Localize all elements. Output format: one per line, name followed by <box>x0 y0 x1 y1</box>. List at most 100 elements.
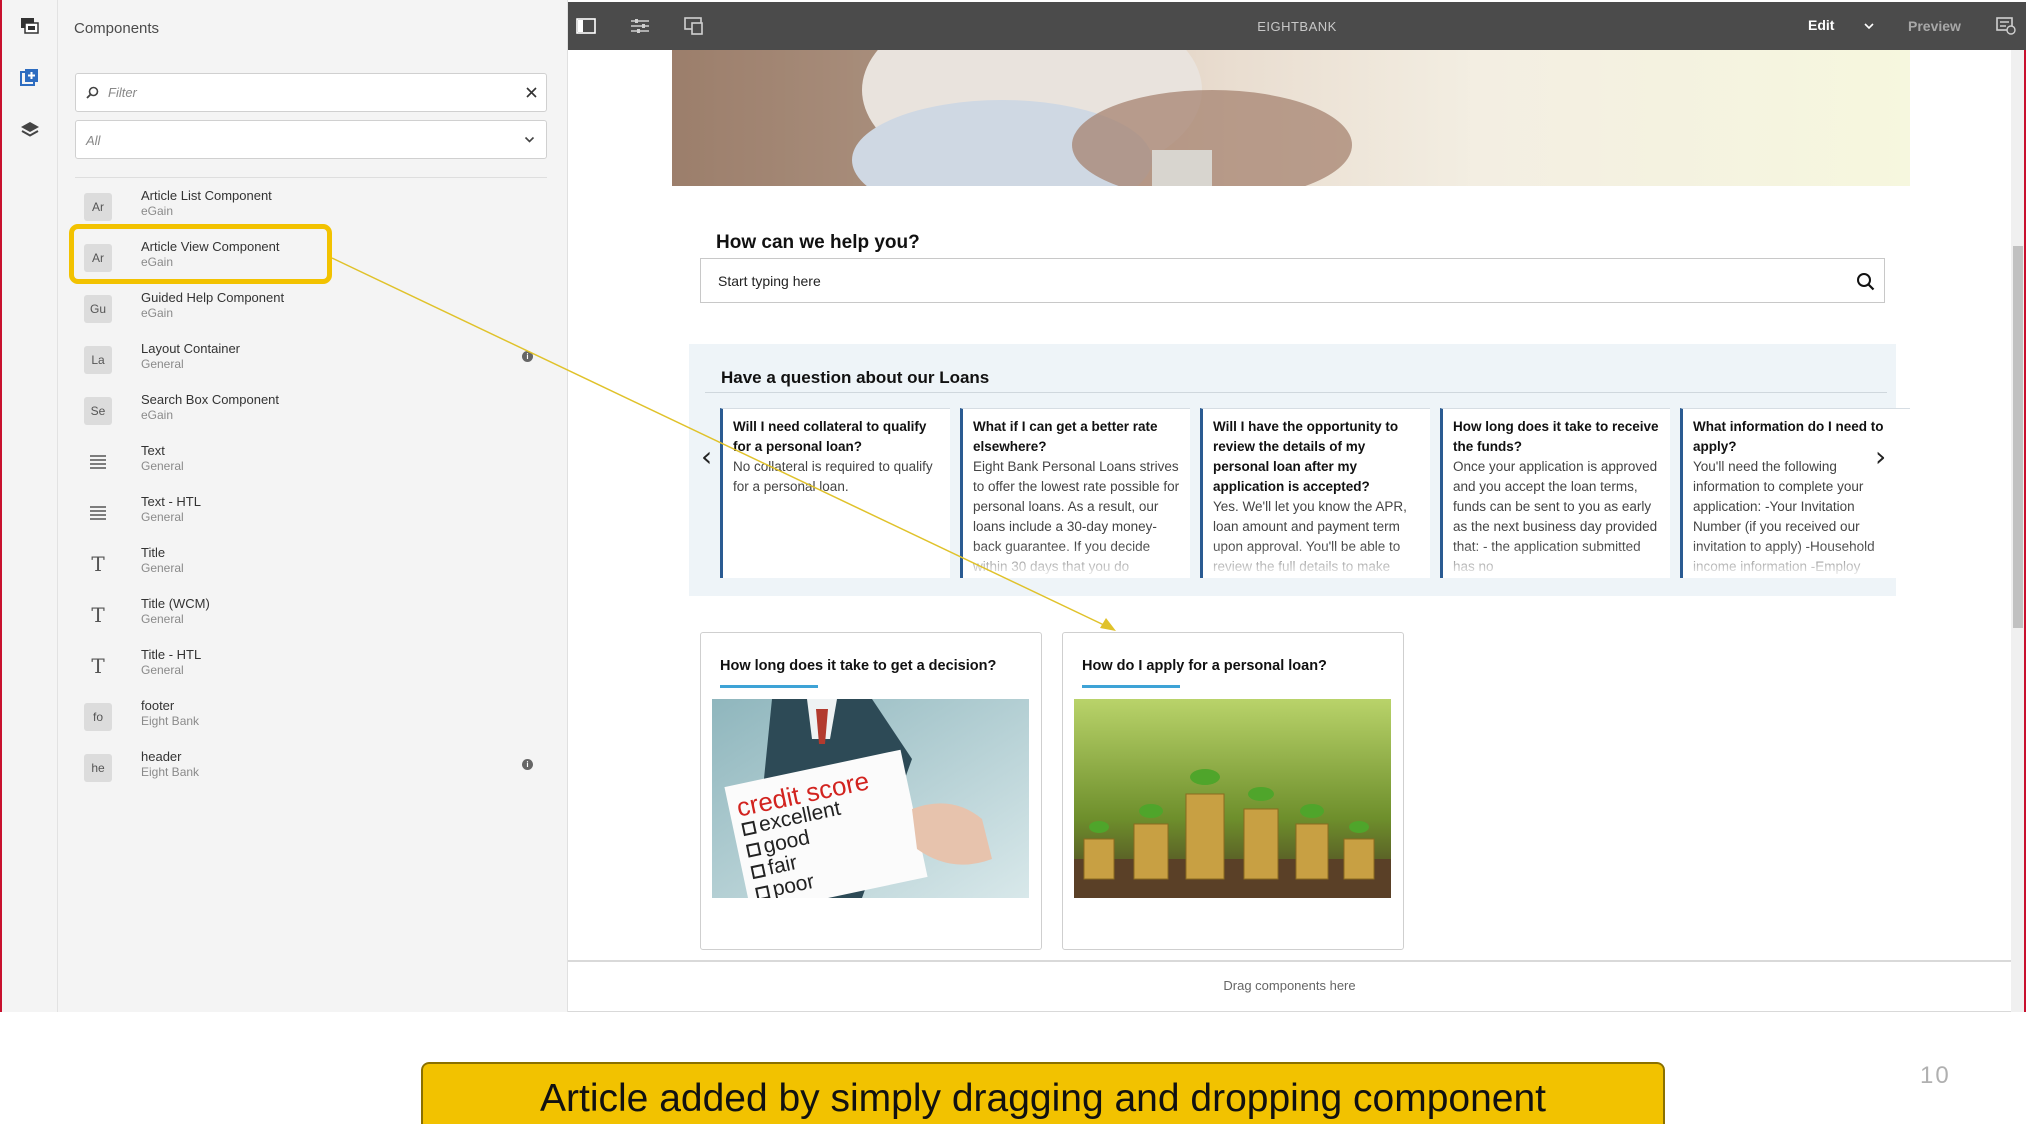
component-group: eGain <box>141 204 174 218</box>
component-item[interactable]: Text - HTL General <box>75 488 547 538</box>
component-group: Eight Bank <box>141 765 200 779</box>
component-item[interactable]: Se Search Box Component eGain <box>75 386 547 436</box>
component-group: eGain <box>141 408 174 422</box>
component-item[interactable]: Gu Guided Help Component eGain <box>75 284 547 334</box>
divider <box>75 177 547 178</box>
component-name: header <box>141 749 182 764</box>
faq-card[interactable]: How long does it take to receive the fun… <box>1440 408 1670 578</box>
filter-placeholder: Filter <box>108 85 137 100</box>
component-badge: Gu <box>84 295 112 323</box>
title-t-icon: T <box>91 603 105 627</box>
fade-overlay <box>1683 544 1910 578</box>
preview-button[interactable]: Preview <box>1908 18 1961 34</box>
caption-banner: Article added by simply dragging and dro… <box>421 1062 1665 1124</box>
group-select-value: All <box>86 133 101 148</box>
text-lines-icon <box>84 499 112 527</box>
component-group: General <box>141 561 184 575</box>
search-placeholder: Start typing here <box>718 273 821 289</box>
component-badge: Se <box>84 397 112 425</box>
slide-number: 10 <box>1920 1062 1951 1089</box>
title-t-icon: T <box>91 552 105 576</box>
carousel-next-icon[interactable]: › <box>1875 440 1886 473</box>
faq-card[interactable]: Will I need collateral to qualify for a … <box>720 408 950 578</box>
credit-score-card-image: credit score excellent good fair poor <box>712 699 1029 898</box>
search-icon <box>86 86 99 99</box>
component-group: General <box>141 357 184 371</box>
fade-overlay <box>723 544 950 578</box>
faq-title: Have a question about our Loans <box>721 368 990 387</box>
group-select[interactable]: All <box>75 120 547 159</box>
teaser-card[interactable]: How long does it take to get a decision?… <box>700 632 1042 950</box>
component-name: Title - HTL <box>141 647 202 662</box>
component-name: Guided Help Component <box>141 290 285 305</box>
divider <box>705 392 1887 393</box>
carousel-prev-icon[interactable]: ‹ <box>701 440 712 473</box>
clear-icon[interactable] <box>526 87 537 98</box>
component-name: Title (WCM) <box>141 596 210 611</box>
help-search-input[interactable]: Start typing here <box>700 258 1885 303</box>
assets-icon[interactable] <box>14 10 46 42</box>
drop-zone[interactable]: Drag components here <box>568 960 2011 1012</box>
page-canvas: How can we help you? Start typing here H… <box>568 50 2025 1012</box>
component-badge: La <box>84 346 112 374</box>
help-title: How can we help you? <box>716 232 920 253</box>
faq-card[interactable]: What if I can get a better rate elsewher… <box>960 408 1190 578</box>
component-item[interactable]: he header Eight Bank i <box>75 743 547 793</box>
title-t-icon: T <box>91 654 105 678</box>
chevron-down-icon[interactable] <box>1864 23 1874 30</box>
component-name: Layout Container <box>141 341 241 356</box>
annotate-icon[interactable] <box>1992 12 2020 40</box>
editor-toolbar: EIGHTBANK Edit Preview <box>568 2 2026 50</box>
faq-answer: No collateral is required to qualify for… <box>733 459 933 494</box>
info-icon[interactable]: i <box>522 351 533 362</box>
faq-card[interactable]: Will I have the opportunity to review th… <box>1200 408 1430 578</box>
component-name: Article List Component <box>141 188 272 203</box>
faq-question: Will I need collateral to qualify for a … <box>733 419 927 454</box>
component-group: General <box>141 663 184 677</box>
info-icon[interactable]: i <box>522 759 533 770</box>
panel-title: Components <box>74 20 160 37</box>
component-name: Search Box Component <box>141 392 280 407</box>
faq-question: What information do I need to apply? <box>1693 419 1884 454</box>
side-rail <box>0 0 58 1012</box>
layers-icon[interactable] <box>14 114 46 146</box>
components-panel: Components Filter All Ar Article List Com… <box>58 0 568 1012</box>
component-group: General <box>141 459 184 473</box>
component-item[interactable]: La Layout Container General i <box>75 335 547 385</box>
component-badge: fo <box>84 703 112 731</box>
fade-overlay <box>1203 544 1430 578</box>
title-underline <box>720 685 818 688</box>
component-name: Text <box>141 443 165 458</box>
component-item[interactable]: Text General <box>75 437 547 487</box>
faq-question: Will I have the opportunity to review th… <box>1213 419 1399 494</box>
text-lines-icon <box>84 448 112 476</box>
drag-source-highlight <box>69 224 332 284</box>
drop-zone-label: Drag components here <box>1223 978 1356 993</box>
title-underline <box>1082 685 1180 688</box>
faq-question: How long does it take to receive the fun… <box>1453 419 1659 454</box>
component-group: Eight Bank <box>141 714 200 728</box>
faq-question: What if I can get a better rate elsewher… <box>973 419 1158 454</box>
component-name: Text - HTL <box>141 494 201 509</box>
component-item[interactable]: T Title General <box>75 539 547 589</box>
component-item[interactable]: T Title (WCM) General <box>75 590 547 640</box>
fade-overlay <box>963 544 1190 578</box>
teaser-title: How do I apply for a personal loan? <box>1082 658 1327 674</box>
scrollbar-thumb[interactable] <box>2013 246 2023 628</box>
filter-input[interactable]: Filter <box>75 73 547 112</box>
fade-overlay <box>1443 544 1670 578</box>
component-group: eGain <box>141 306 174 320</box>
coins-seedlings-image <box>1074 699 1391 898</box>
caption-container: Article added by simply dragging and dro… <box>421 1062 1665 1124</box>
teaser-card[interactable]: How do I apply for a personal loan? <box>1062 632 1404 950</box>
faq-carousel: Have a question about our Loans ‹ Will I… <box>689 344 1910 596</box>
edit-mode-button[interactable]: Edit <box>1808 17 1834 33</box>
component-group: General <box>141 510 184 524</box>
hero-image <box>672 50 1910 186</box>
component-item[interactable]: fo footer Eight Bank <box>75 692 547 742</box>
faq-card[interactable]: What information do I need to apply? You'… <box>1680 408 1910 578</box>
component-badge: Ar <box>84 193 112 221</box>
components-icon[interactable] <box>14 62 46 94</box>
search-icon[interactable] <box>1856 272 1875 291</box>
component-item[interactable]: T Title - HTL General <box>75 641 547 691</box>
